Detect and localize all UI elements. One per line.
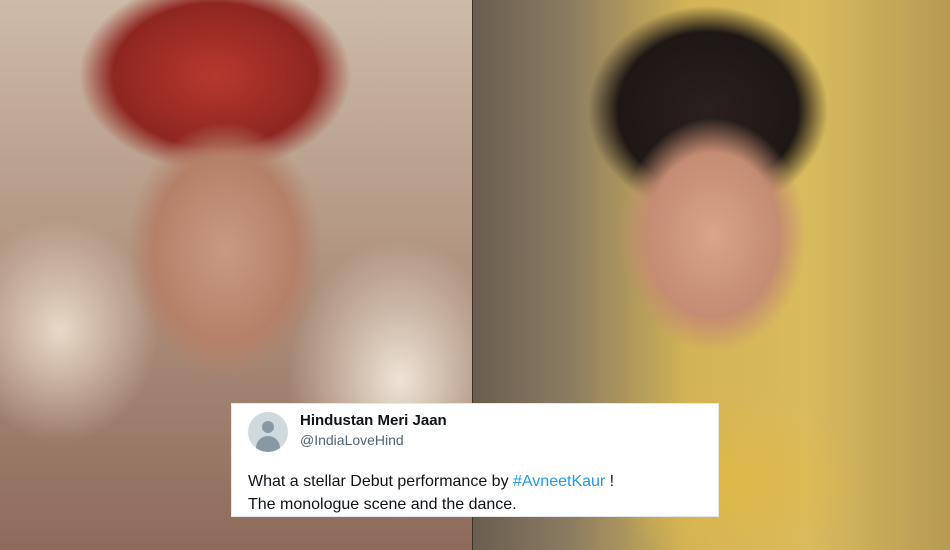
tweet-display-name: Hindustan Meri Jaan: [300, 412, 447, 429]
tweet-text-end: !: [605, 473, 615, 490]
tweet-text-line2: The monologue scene and the dance.: [248, 496, 517, 513]
tweet-handle: @IndiaLoveHind: [300, 432, 404, 448]
default-profile-avatar-icon: [248, 412, 288, 452]
avatar-head-shape: [262, 421, 274, 433]
tweet-text: What a stellar Debut performance by #Avn…: [248, 470, 708, 516]
avatar-body-shape: [256, 436, 280, 452]
tweet-hashtag-link[interactable]: #AvneetKaur: [513, 473, 605, 490]
tweet-card: Hindustan Meri Jaan @IndiaLoveHind What …: [231, 403, 719, 517]
tweet-text-start: What a stellar Debut performance by: [248, 473, 514, 490]
